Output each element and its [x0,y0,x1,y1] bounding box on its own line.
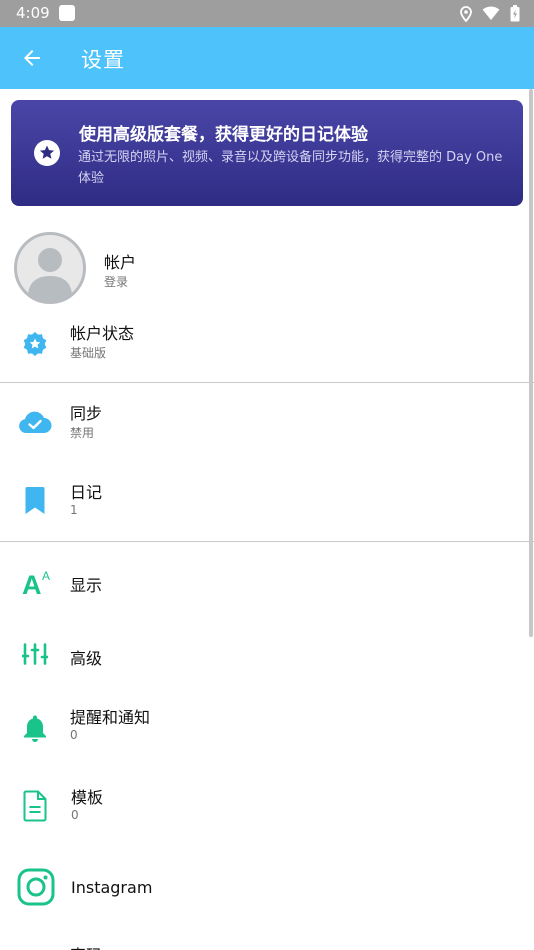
instagram-icon [17,868,55,906]
instagram-label: Instagram [71,878,153,897]
journals-label: 日记 [70,483,103,502]
account-label: 帐户 [104,253,137,272]
sync-label: 同步 [70,404,103,423]
wifi-icon [482,6,500,20]
reminders-row[interactable]: 提醒和通知 0 [0,696,534,756]
passcode-label: 密码 [70,942,102,950]
status-icons [460,5,520,22]
location-icon [460,5,472,22]
svg-text:A: A [42,569,50,583]
document-icon [23,790,47,822]
sync-sub: 禁用 [70,426,95,440]
sync-row[interactable]: 同步 禁用 [0,390,534,460]
reminders-sub: 0 [70,728,78,742]
battery-icon [510,5,520,22]
account-status-label: 帐户状态 [70,324,135,343]
status-bar: 4:09 [0,0,534,27]
status-time: 4:09 [16,4,50,22]
divider [0,382,534,383]
display-row[interactable]: A A 显示 [0,556,534,612]
sliders-icon [22,643,48,665]
journals-row[interactable]: 日记 1 [0,470,534,534]
account-status-row[interactable]: 帐户状态 基础版 [0,310,534,374]
templates-label: 模板 [71,788,104,807]
avatar-icon [14,232,86,304]
journals-sub: 1 [70,503,78,517]
account-status-sub: 基础版 [70,346,107,360]
templates-row[interactable]: 模板 0 [0,776,534,836]
svg-text:A: A [22,570,42,596]
advanced-row[interactable]: 高级 [0,630,534,682]
templates-sub: 0 [71,808,79,822]
display-label: 显示 [70,576,103,595]
account-sub: 登录 [104,275,129,289]
bell-icon [24,715,46,742]
badge-star-icon [23,332,47,356]
notification-icon [59,5,75,21]
bookmark-icon [25,487,45,514]
text-size-icon: A A [22,569,50,596]
promo-subtitle: 通过无限的照片、视频、录音以及跨设备同步功能，获得完整的 Day One 体验 [78,150,503,186]
reminders-label: 提醒和通知 [70,708,151,727]
advanced-label: 高级 [70,649,103,668]
divider [0,541,534,542]
star-badge-icon [34,140,60,166]
instagram-row[interactable]: Instagram [0,860,534,916]
promo-title: 使用高级版套餐，获得更好的日记体验 [79,125,368,145]
cloud-sync-icon [19,411,52,433]
page-title: 设置 [81,48,125,72]
passcode-row[interactable]: 密码 [0,932,534,950]
scrollbar[interactable] [529,89,533,637]
app-bar: 设置 [0,27,534,89]
back-arrow-icon[interactable] [20,46,44,70]
account-row[interactable]: 帐户 登录 [0,230,534,306]
premium-promo-card[interactable]: 使用高级版套餐，获得更好的日记体验 通过无限的照片、视频、录音以及跨设备同步功能… [11,100,523,206]
